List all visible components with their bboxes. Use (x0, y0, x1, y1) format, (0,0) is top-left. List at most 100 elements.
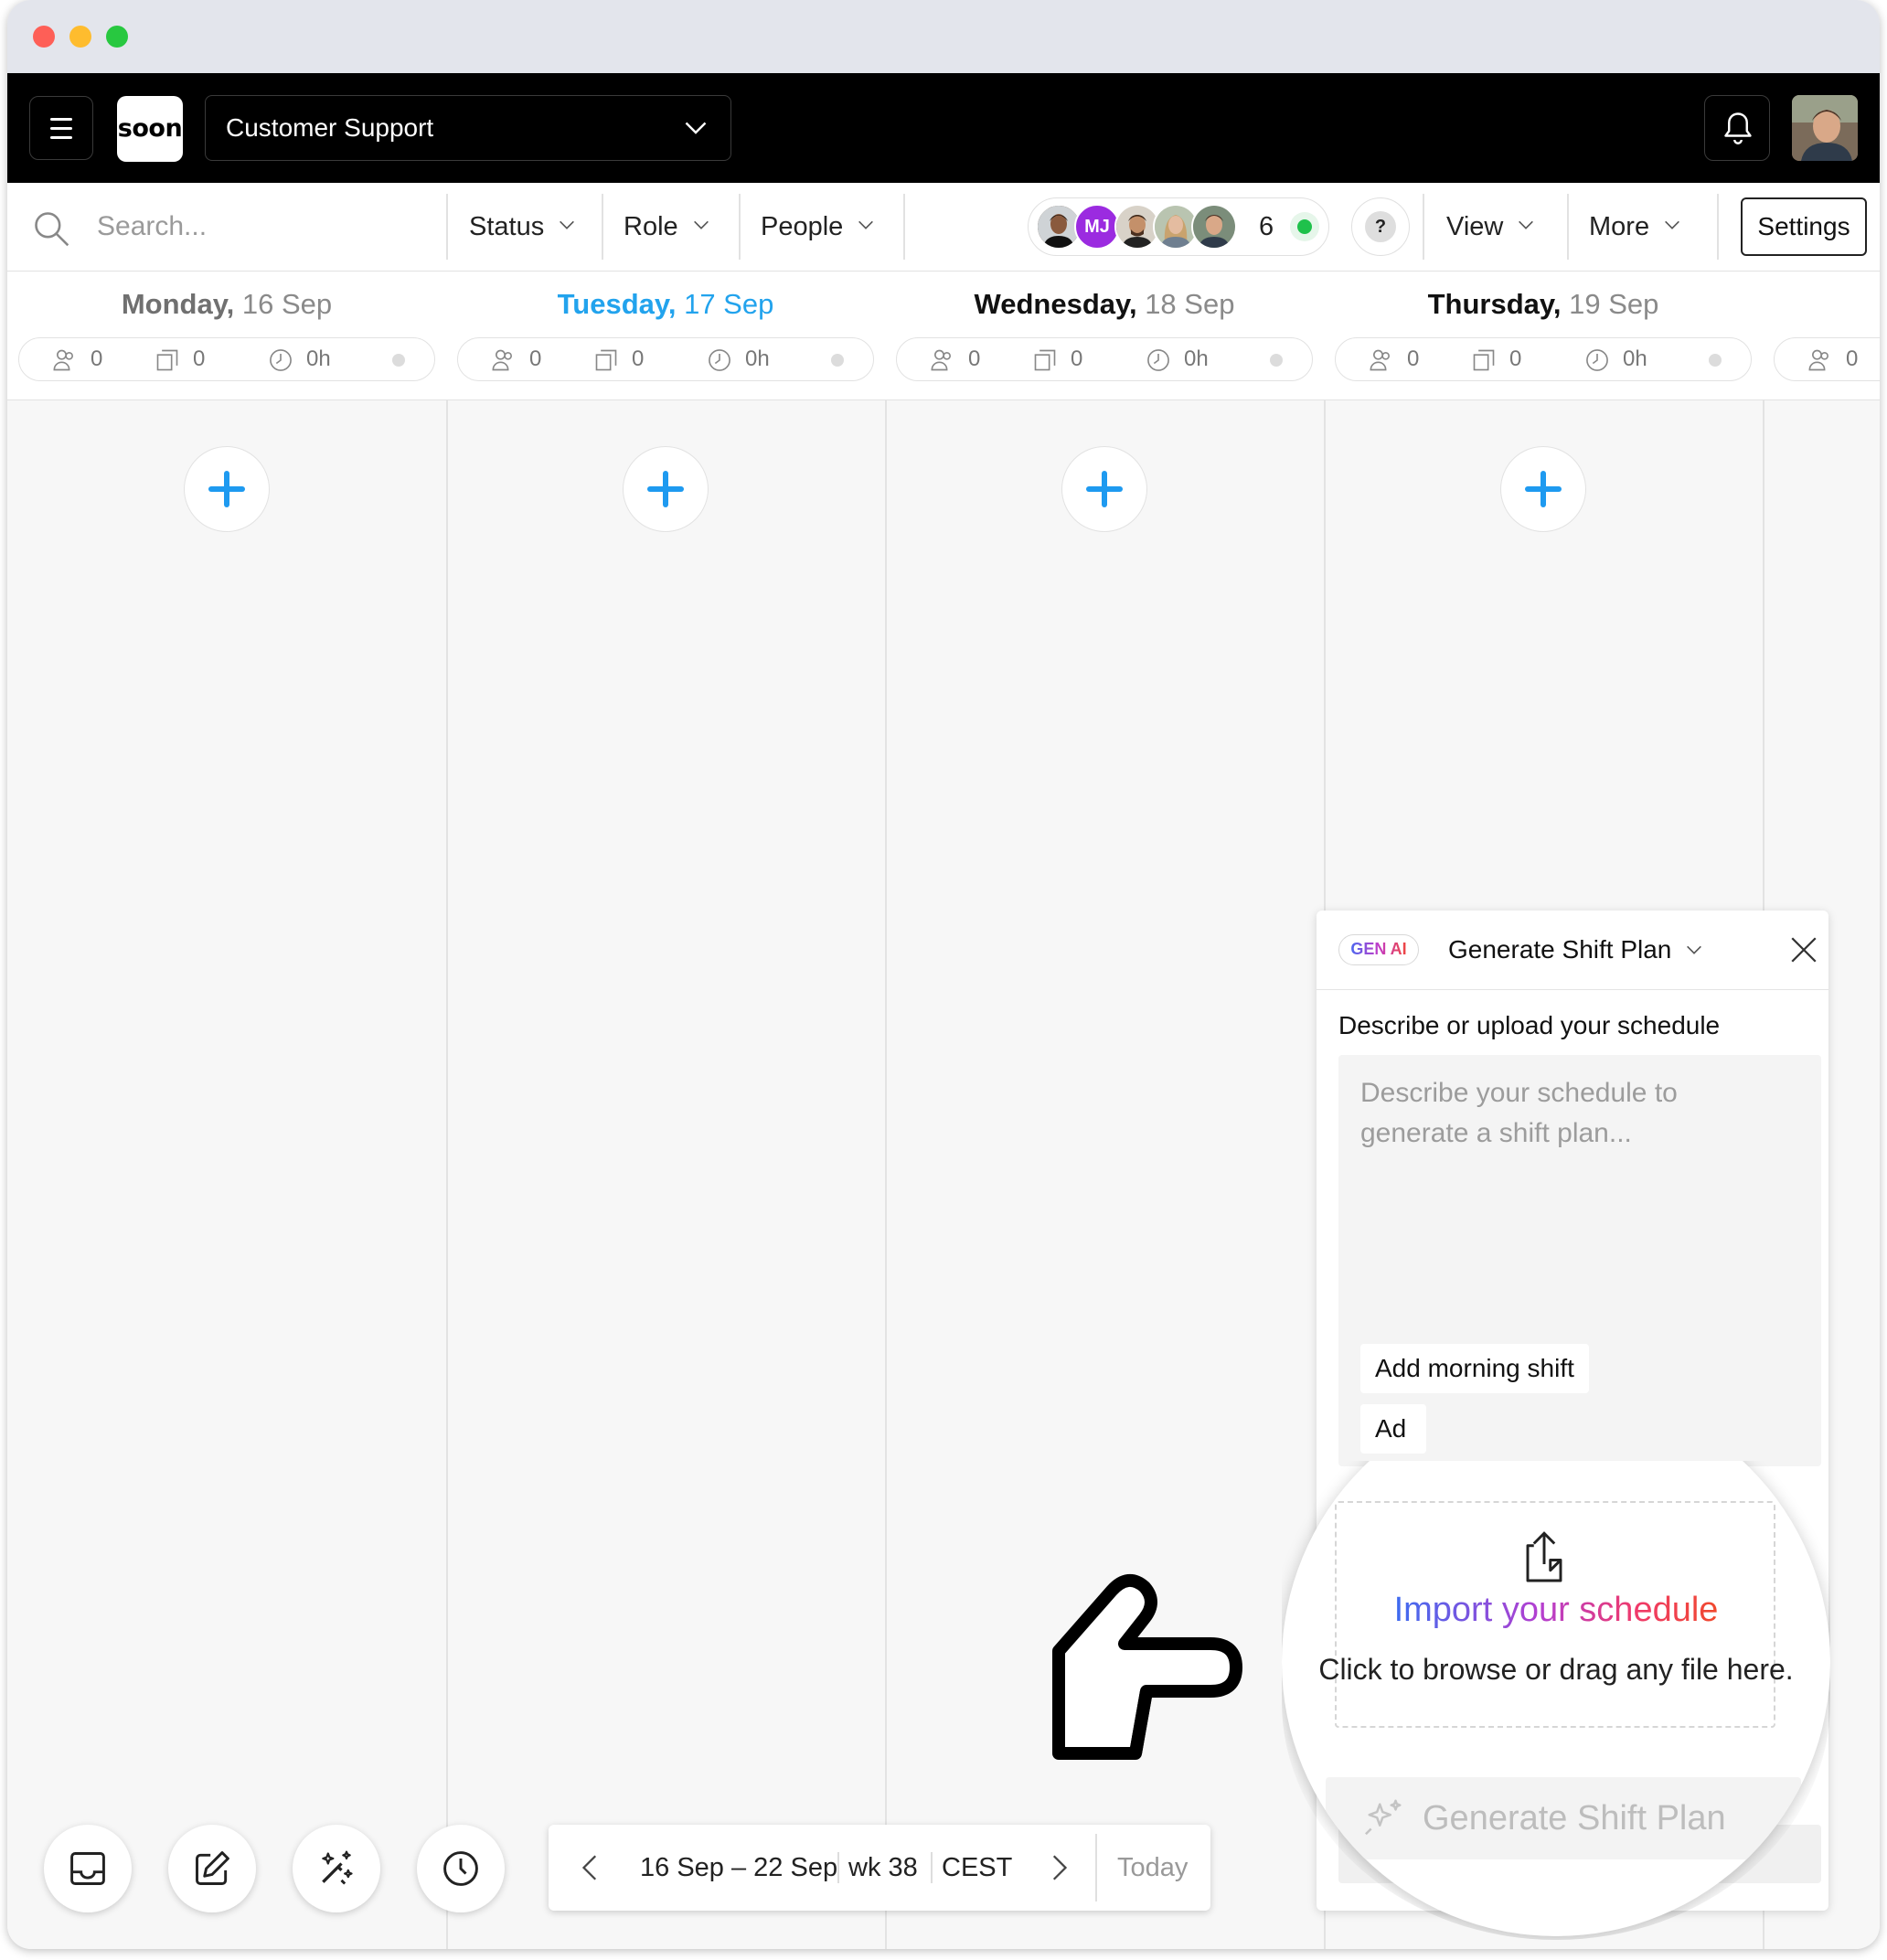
magic-wand-button[interactable] (293, 1825, 380, 1912)
app-header: soon Customer Support (7, 73, 1880, 183)
date-range[interactable]: 16 Sep – 22 Sep (640, 1825, 837, 1911)
status-dot (392, 354, 405, 367)
inbox-button[interactable] (44, 1825, 132, 1912)
people-count: 0 (1407, 346, 1420, 371)
day-title: Tuesday, 17 Sep (557, 288, 774, 320)
chevron-down-icon (1665, 221, 1679, 230)
edit-button[interactable] (168, 1825, 256, 1912)
day-header-thursday: Thursday, 19 Sep 0 0 0h (1324, 272, 1763, 399)
bell-icon (1724, 112, 1752, 144)
minimize-window-button[interactable] (69, 26, 91, 48)
sparkle-icon (1365, 1799, 1402, 1836)
gen-ai-badge: GEN AI (1338, 934, 1419, 965)
day-header-friday: 0 (1763, 272, 1880, 399)
online-status-dot (1290, 212, 1319, 241)
search-icon (35, 212, 69, 247)
edit-icon (196, 1851, 229, 1885)
shifts-count: 0 (193, 346, 206, 371)
shifts-count: 0 (1071, 346, 1083, 371)
help-button[interactable]: ? (1351, 197, 1410, 256)
clock-icon (1586, 349, 1608, 371)
add-shift-button[interactable] (184, 446, 270, 532)
user-avatar[interactable] (1792, 95, 1858, 161)
day-stats: 0 0 0h (896, 337, 1313, 381)
people-count: 0 (1846, 346, 1859, 371)
add-shift-button[interactable] (1061, 446, 1147, 532)
panel-title[interactable]: Generate Shift Plan (1448, 911, 1671, 989)
day-title: Wednesday, 18 Sep (974, 288, 1235, 320)
timezone[interactable]: CEST (942, 1825, 1012, 1911)
panel-label: Describe or upload your schedule (1338, 1011, 1721, 1039)
import-subtitle: Click to browse or drag any file here. (1318, 1653, 1794, 1686)
magnifier-lens: Import your schedule Click to browse or … (1282, 1461, 1830, 1936)
history-button[interactable] (417, 1825, 505, 1912)
day-header-monday: Monday, 16 Sep 0 0 0h (7, 272, 446, 399)
filter-toolbar: Status Role People MJ 6 ? View More Sett… (7, 183, 1880, 272)
pointing-hand-icon (1052, 1574, 1242, 1760)
people-filter[interactable]: People (761, 183, 876, 271)
question-icon: ? (1365, 211, 1396, 242)
chevron-down-icon[interactable] (1684, 940, 1704, 960)
people-icon (931, 349, 951, 371)
status-dot (1709, 354, 1722, 367)
status-dot (1270, 354, 1283, 367)
maximize-window-button[interactable] (106, 26, 128, 48)
magnifier-overlay: Import your schedule Click to browse or … (1282, 1461, 1830, 1940)
close-icon[interactable] (1788, 934, 1819, 965)
menu-button[interactable] (29, 96, 93, 160)
day-stats: 0 0 0h (18, 337, 435, 381)
suggestion-chip[interactable]: Ad (1360, 1404, 1426, 1454)
day-title: Thursday, 19 Sep (1427, 288, 1659, 320)
role-filter[interactable]: Role (624, 183, 711, 271)
inbox-icon (70, 1852, 105, 1885)
user-avatar-photo (1792, 95, 1858, 161)
avatar (1191, 204, 1237, 250)
day-stats: 0 0 0h (457, 337, 874, 381)
people-filter-label: People (761, 212, 844, 241)
title-bar (7, 0, 1880, 73)
schedule-description-input[interactable]: Describe your schedule to generate a shi… (1338, 1055, 1821, 1466)
chevron-right-icon[interactable] (1042, 1852, 1073, 1883)
hours-count: 0h (1623, 346, 1647, 371)
status-filter[interactable]: Status (469, 183, 577, 271)
clock-icon (709, 349, 730, 371)
people-count: 0 (968, 346, 981, 371)
week-number: wk 38 (848, 1853, 918, 1882)
suggestion-chip[interactable]: Add morning shift (1360, 1344, 1589, 1393)
day-title: Monday, 16 Sep (121, 288, 333, 320)
shifts-icon (156, 349, 178, 371)
team-select[interactable]: Customer Support (205, 95, 731, 161)
notifications-button[interactable] (1704, 95, 1770, 161)
import-title[interactable]: Import your schedule (1282, 1591, 1830, 1630)
team-select-value: Customer Support (226, 113, 434, 142)
day-stats: 0 (1774, 337, 1880, 381)
shifts-icon (595, 349, 617, 371)
add-shift-button[interactable] (1500, 446, 1586, 532)
online-count: 6 (1259, 212, 1274, 241)
chevron-down-icon (693, 221, 709, 230)
shifts-icon (1034, 349, 1056, 371)
people-icon (53, 349, 73, 371)
hours-count: 0h (745, 346, 770, 371)
search-input[interactable] (95, 203, 428, 250)
date-navigator: 16 Sep – 22 Sep wk 38 CEST Today (549, 1825, 1210, 1911)
hours-count: 0h (1184, 346, 1209, 371)
today-button[interactable]: Today (1117, 1825, 1188, 1911)
more-menu-label: More (1589, 212, 1650, 241)
shifts-icon (1473, 349, 1495, 371)
chevron-left-icon[interactable] (576, 1852, 607, 1883)
hours-count: 0h (306, 346, 331, 371)
chevron-down-icon (560, 221, 575, 230)
people-count: 0 (91, 346, 103, 371)
day-header-wednesday: Wednesday, 18 Sep 0 0 0h (885, 272, 1324, 399)
add-shift-button[interactable] (623, 446, 709, 532)
file-upload-icon (1526, 1531, 1562, 1582)
close-window-button[interactable] (33, 26, 55, 48)
chevron-down-icon (1519, 221, 1534, 230)
view-menu[interactable]: View (1446, 183, 1536, 271)
avatar: MJ (1074, 204, 1120, 250)
online-users[interactable]: MJ 6 (1028, 197, 1329, 256)
more-menu[interactable]: More (1589, 183, 1682, 271)
generate-shift-plan-button[interactable]: Generate Shift Plan (1326, 1777, 1801, 1859)
settings-button[interactable]: Settings (1741, 197, 1867, 256)
